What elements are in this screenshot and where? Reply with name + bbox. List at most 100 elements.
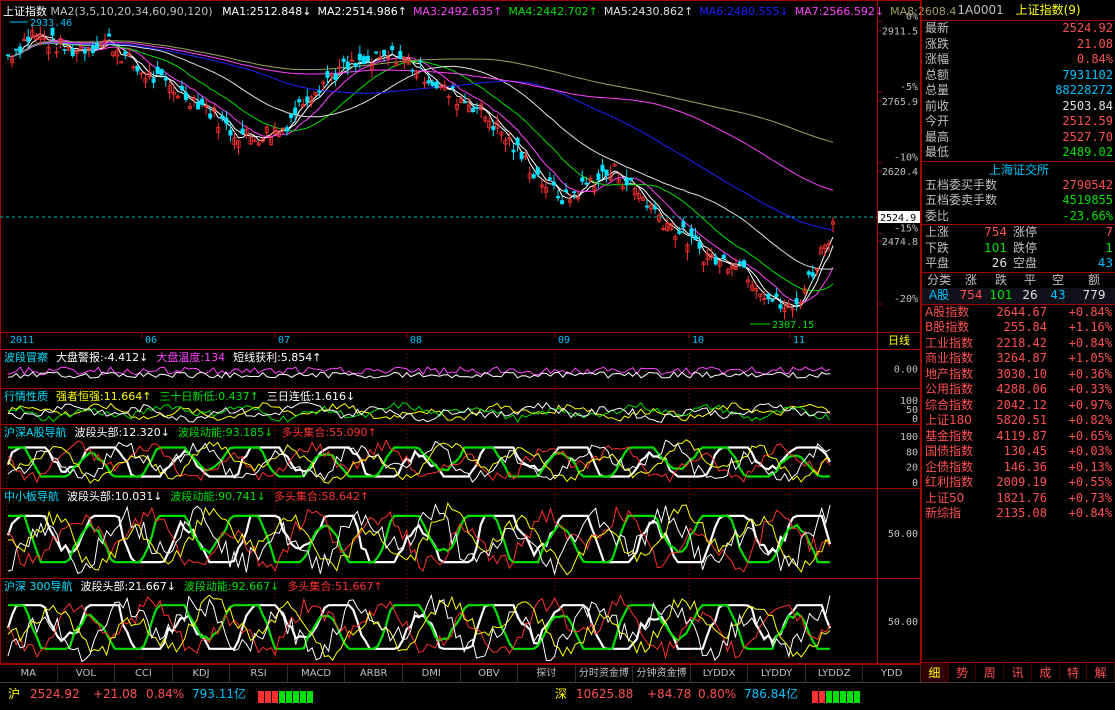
quote-row: 最新 2524.92 <box>922 21 1115 37</box>
breadth-label: 跌停 <box>1013 240 1038 255</box>
index-row[interactable]: 基金指数 4119.87 +0.65% <box>922 429 1115 445</box>
quote-value: 7931102 <box>1062 67 1113 82</box>
candle-body <box>596 173 601 181</box>
index-row[interactable]: 红利指数 2009.19 +0.55% <box>922 475 1115 491</box>
indicator-tab[interactable]: MA <box>0 665 58 683</box>
quote-tab[interactable]: 周 <box>976 663 1005 683</box>
candle-body <box>94 42 99 50</box>
candle-body <box>770 299 775 302</box>
quote-label: 最高 <box>925 129 950 144</box>
breadth-value: 43 <box>1097 256 1113 270</box>
indicator-axis-label: 50.00 <box>888 529 918 540</box>
indicator-item: 波段头部:10.031↓ <box>67 489 162 503</box>
candle-body <box>297 99 302 103</box>
index-value: 4119.87 <box>996 428 1047 443</box>
ma-label: MA7:2566.592↓ <box>794 5 885 18</box>
class-row-cell: 101 <box>989 288 1013 302</box>
index-change: +0.73% <box>1068 490 1112 505</box>
candle-body <box>515 137 520 146</box>
indicator-tab[interactable]: ARBR <box>345 665 403 683</box>
index-name: A股指数 <box>925 304 970 319</box>
ma-line <box>7 33 834 308</box>
index-name: B股指数 <box>925 320 970 334</box>
indicator-line <box>7 366 831 376</box>
candle-body <box>325 71 330 78</box>
candle-body <box>742 260 747 268</box>
indicator-title: 沪深 300导航 <box>4 579 73 593</box>
candle-body <box>183 92 188 100</box>
indicator-tab[interactable]: RSI <box>230 665 288 683</box>
bidask-row: 委比 -23.66% <box>922 209 1115 225</box>
sh-pct: 0.84% <box>146 687 185 701</box>
quote-value: 2489.02 <box>1062 145 1113 159</box>
indicator-tab[interactable]: LYDDZ <box>806 665 864 683</box>
quote-label: 前收 <box>925 98 950 113</box>
index-row[interactable]: 国债指数 130.45 +0.03% <box>922 444 1115 460</box>
candle-body <box>600 164 605 172</box>
class-header-cell: 空 <box>1051 272 1064 287</box>
quote-value: 2512.59 <box>1062 114 1113 128</box>
index-name: 上证50 <box>925 490 965 505</box>
index-row[interactable]: 上证50 1821.76 +0.73% <box>922 491 1115 507</box>
indicator-tab[interactable]: OBV <box>461 665 519 683</box>
index-change: +0.03% <box>1068 444 1112 458</box>
indicator-tab[interactable]: LYDDY <box>748 665 806 683</box>
indicator-tab[interactable]: 分钟资金博 <box>633 665 691 683</box>
breadth-label: 平盘 <box>925 256 950 270</box>
pct-axis-label: -10% <box>894 153 918 164</box>
candle-body <box>511 149 516 153</box>
indicator-tab[interactable]: 探讨 <box>518 665 576 683</box>
index-value: 5820.51 <box>996 413 1047 427</box>
candle-body <box>293 107 298 115</box>
quote-tab[interactable]: 势 <box>949 663 977 683</box>
indicator-tab[interactable]: VOL <box>58 665 116 683</box>
index-row[interactable]: A股指数 2644.67 +0.84% <box>922 305 1115 321</box>
quote-tab[interactable]: 讯 <box>1004 663 1032 683</box>
indicator-tab[interactable]: DMI <box>403 665 461 683</box>
indicator-tab[interactable]: MACD <box>288 665 346 683</box>
candle-body <box>159 69 164 76</box>
index-row[interactable]: B股指数 255.84 +1.16% <box>922 320 1115 336</box>
index-row[interactable]: 新综指 2135.08 +0.84% <box>922 506 1115 522</box>
quote-label: 今开 <box>925 114 950 128</box>
candle-body <box>418 60 423 63</box>
breadth-label: 涨停 <box>1013 225 1038 239</box>
index-value: 2218.42 <box>996 335 1047 350</box>
quote-tab[interactable]: 解 <box>1087 663 1115 683</box>
candle-body <box>462 101 467 104</box>
index-name: 红利指数 <box>925 475 974 489</box>
quote-tab[interactable]: 特 <box>1060 663 1088 683</box>
index-row[interactable]: 地产指数 3030.10 +0.36% <box>922 367 1115 383</box>
quote-tab[interactable]: 细 <box>921 663 949 683</box>
candle-body <box>353 62 358 67</box>
quote-tab[interactable]: 成 <box>1032 663 1060 683</box>
indicator-tab[interactable]: 分时资金博 <box>576 665 634 683</box>
breadth-label: 上涨 <box>925 225 950 239</box>
class-header-cell: 额 <box>1087 272 1100 287</box>
candle-body <box>677 230 682 234</box>
indicator-tab[interactable]: CCI <box>115 665 173 683</box>
date-label: 09 <box>558 335 570 346</box>
candle-body <box>398 50 403 59</box>
index-row[interactable]: 上证180 5820.51 +0.82% <box>922 413 1115 429</box>
index-row[interactable]: 综合指数 2042.12 +0.97% <box>922 398 1115 414</box>
candle-body <box>766 293 771 300</box>
indicator-tab[interactable]: LYDDX <box>691 665 749 683</box>
indicator-tab[interactable]: KDJ <box>173 665 231 683</box>
index-name: 国债指数 <box>925 444 974 458</box>
candle-body <box>737 261 742 264</box>
index-name: 工业指数 <box>925 335 974 350</box>
index-row[interactable]: 公用指数 4288.06 +0.33% <box>922 382 1115 398</box>
index-row[interactable]: 工业指数 2218.42 +0.84% <box>922 336 1115 352</box>
candle-body <box>390 46 395 51</box>
chart-area[interactable]: 2911.52765.92620.42474.80%-5%-10%-15%-20… <box>0 0 921 664</box>
indicator-header: 行情性质 强者恒强:11.664↑ 三十日新低:0.437↑ 三日连低:1.616↓ <box>4 389 355 403</box>
indicator-tab[interactable]: YDD <box>863 665 921 683</box>
index-row[interactable]: 企债指数 146.36 +0.13% <box>922 460 1115 476</box>
candle-body <box>107 33 112 37</box>
index-row[interactable]: 商业指数 3264.87 +1.05% <box>922 351 1115 367</box>
class-row[interactable]: A股 754 101 26 43 779 <box>922 288 1115 304</box>
indicator-item: 波段动能:92.667↓ <box>184 579 279 593</box>
indicator-axis-label: 0 <box>912 478 918 489</box>
indicator-axis-label: 50.00 <box>888 617 918 628</box>
